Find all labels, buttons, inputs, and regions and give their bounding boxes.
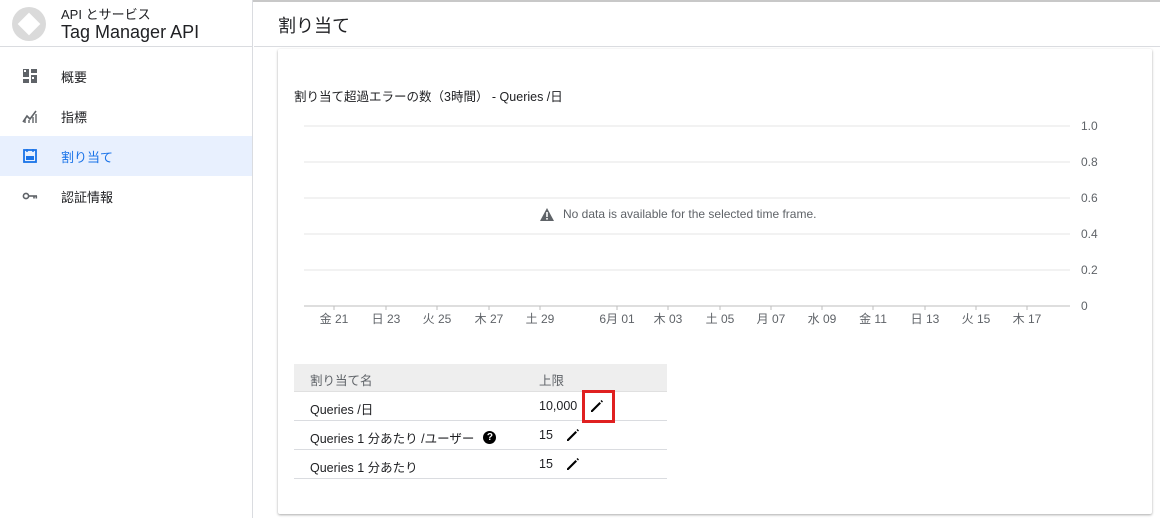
table-header: 割り当て名 上限 [294, 364, 667, 392]
x-tick-label: 木 03 [654, 312, 683, 326]
edit-icon[interactable] [563, 425, 583, 445]
y-tick-label: 1.0 [1081, 119, 1098, 133]
x-tick-label: 6月 01 [599, 312, 635, 326]
table-row: Queries 1 分あたり /ユーザー? 15 [294, 421, 667, 450]
table-row: Queries 1 分あたり 15 [294, 450, 667, 479]
x-tick-label: 火 25 [423, 312, 452, 326]
x-tick-label: 火 15 [962, 312, 991, 326]
column-header-name[interactable]: 割り当て名 [310, 370, 373, 389]
y-tick-label: 0 [1081, 299, 1088, 313]
quota-limit: 15 [539, 428, 553, 442]
no-data-message: No data is available for the selected ti… [540, 207, 816, 221]
y-tick-label: 0.2 [1081, 263, 1098, 277]
x-tick-label: 月 07 [757, 312, 786, 326]
x-tick-label: 土 29 [526, 312, 555, 326]
quota-name: Queries 1 分あたり /ユーザー? [310, 428, 497, 447]
x-tick-label: 木 17 [1013, 312, 1042, 326]
highlight-box [582, 390, 615, 423]
x-tick-label: 水 09 [808, 312, 837, 326]
quota-limit: 10,000 [539, 399, 578, 413]
x-tick-label: 土 05 [706, 312, 735, 326]
x-tick-label: 金 21 [320, 311, 349, 326]
help-icon[interactable]: ? [483, 431, 497, 444]
x-tick-label: 木 27 [475, 312, 504, 326]
edit-icon[interactable] [563, 454, 583, 474]
y-tick-label: 0.8 [1081, 155, 1098, 169]
quota-name: Queries /日 [310, 403, 374, 417]
no-data-text: No data is available for the selected ti… [563, 207, 817, 221]
x-tick-label: 日 13 [911, 312, 940, 326]
quota-name: Queries 1 分あたり [310, 461, 418, 475]
quota-limit: 15 [539, 457, 553, 471]
x-tick-label: 金 11 [859, 311, 887, 326]
column-header-limit[interactable]: 上限 [539, 370, 564, 389]
x-tick-label: 日 23 [372, 312, 401, 326]
warning-icon [540, 207, 554, 221]
y-tick-label: 0.6 [1081, 191, 1098, 205]
y-tick-label: 0.4 [1081, 227, 1098, 241]
